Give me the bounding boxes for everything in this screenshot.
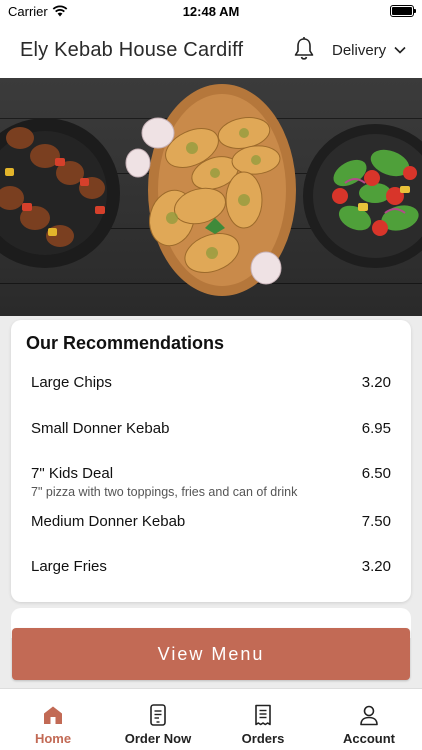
recommendation-item[interactable]: 7" Kids Deal 7" pizza with two toppings,… [31, 465, 391, 499]
order-phone-icon [150, 704, 166, 726]
receipt-icon [255, 704, 271, 726]
item-name: Small Donner Kebab [31, 420, 170, 437]
status-time: 12:48 AM [182, 3, 240, 19]
item-name: Large Chips [31, 374, 112, 391]
item-name: 7" Kids Deal [31, 465, 114, 482]
recommendation-item[interactable]: Large Fries 3.20 [31, 558, 391, 575]
chevron-down-icon [394, 46, 406, 54]
delivery-label: Delivery [332, 41, 387, 59]
item-description: 7" pizza with two toppings, fries and ca… [31, 485, 298, 499]
recommendations-card: Our Recommendations Large Chips 3.20 Sma… [11, 320, 411, 602]
person-icon [360, 705, 378, 726]
recommendation-item[interactable]: Large Chips 3.20 [31, 374, 391, 391]
hero-food-banner [0, 78, 422, 316]
delivery-selector[interactable]: Delivery [332, 42, 406, 59]
item-price: 6.50 [361, 465, 391, 482]
tab-label: Order Now [124, 731, 192, 746]
tab-label: Orders [241, 731, 285, 746]
item-name: Medium Donner Kebab [31, 513, 186, 530]
tab-order-now[interactable]: Order Now [108, 689, 208, 750]
item-price: 3.20 [361, 558, 391, 575]
bottom-tab-bar: Home Order Now Orders Account [0, 688, 422, 750]
tab-home[interactable]: Home [3, 689, 103, 750]
restaurant-title: Ely Kebab House Cardiff [20, 38, 244, 61]
tab-label: Account [343, 731, 395, 746]
item-name: Large Fries [31, 558, 107, 575]
view-menu-button[interactable]: View Menu [12, 628, 410, 680]
food-platter-illustration [0, 84, 422, 296]
app-header: Ely Kebab House Cardiff Delivery [0, 22, 422, 78]
tab-account[interactable]: Account [319, 689, 419, 750]
home-icon [44, 706, 62, 724]
notification-bell-icon[interactable] [292, 36, 316, 62]
tab-label: Home [34, 731, 72, 746]
tab-orders[interactable]: Orders [213, 689, 313, 750]
item-price: 6.95 [361, 420, 391, 437]
battery-icon [390, 5, 416, 17]
status-bar: Carrier 12:48 AM [0, 0, 422, 22]
recommendations-title: Our Recommendations [26, 333, 225, 353]
item-price: 3.20 [361, 374, 391, 391]
item-price: 7.50 [361, 513, 391, 530]
recommendation-item[interactable]: Small Donner Kebab 6.95 [31, 420, 391, 437]
recommendation-item[interactable]: Medium Donner Kebab 7.50 [31, 513, 391, 530]
